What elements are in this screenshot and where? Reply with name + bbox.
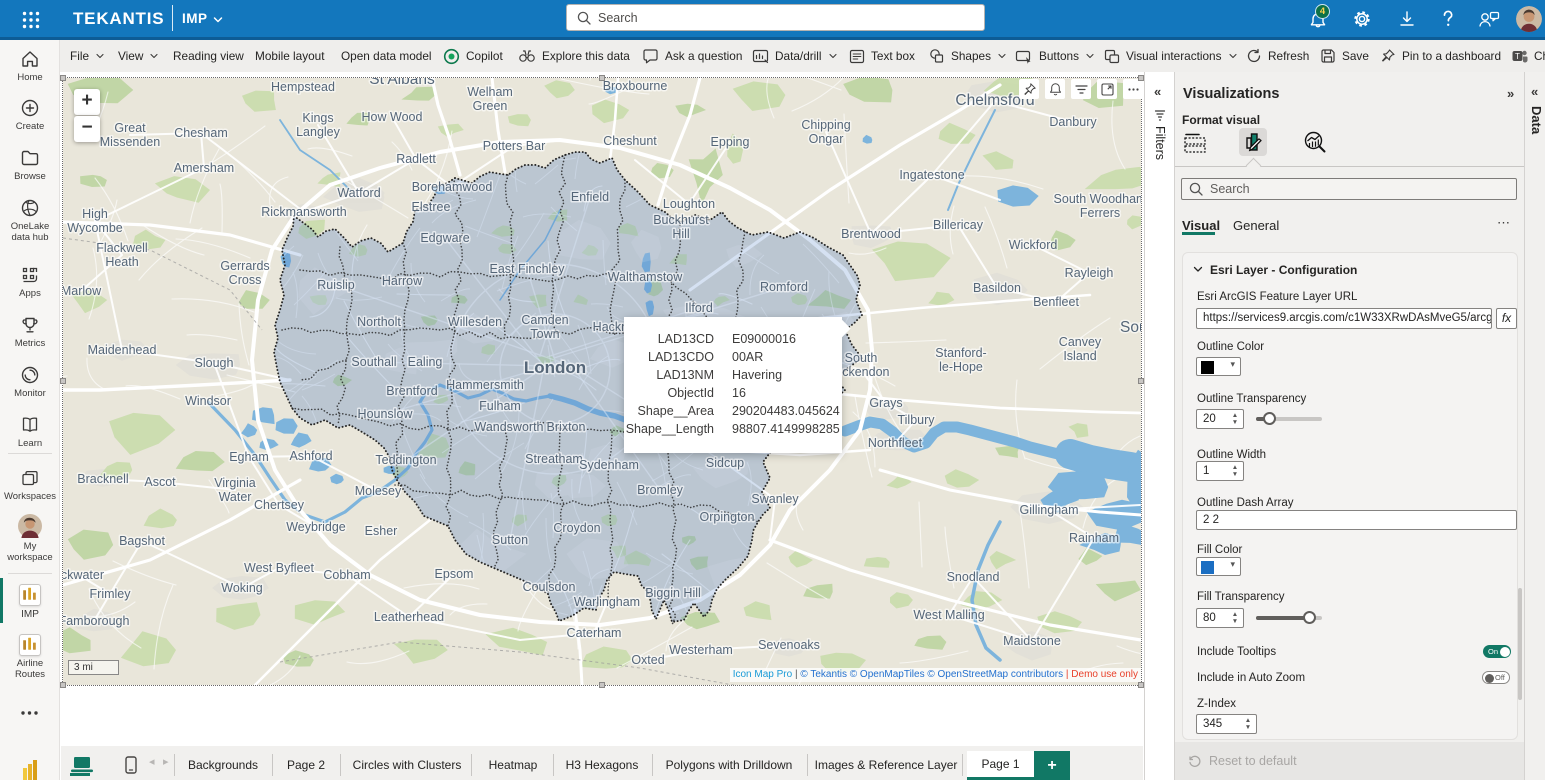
svg-text:Molesey: Molesey (355, 484, 402, 498)
svg-text:West Malling: West Malling (913, 608, 984, 622)
svg-text:Willesden: Willesden (448, 315, 502, 329)
svg-text:Hammersmith: Hammersmith (446, 378, 524, 392)
svg-text:Potters Bar: Potters Bar (483, 139, 546, 153)
svg-text:Rayleigh: Rayleigh (1065, 266, 1114, 280)
svg-text:Croydon: Croydon (553, 521, 600, 535)
svg-text:Marlow: Marlow (63, 284, 102, 298)
svg-text:Snodland: Snodland (947, 570, 1000, 584)
svg-text:Rickmansworth: Rickmansworth (261, 205, 346, 219)
svg-text:Cheshunt: Cheshunt (603, 134, 657, 148)
svg-text:Warlingham: Warlingham (574, 595, 640, 609)
svg-text:Amersham: Amersham (174, 161, 234, 175)
svg-text:Sydenham: Sydenham (579, 458, 639, 472)
svg-text:Bromley: Bromley (637, 483, 684, 497)
svg-text:Brixton: Brixton (547, 420, 586, 434)
svg-text:Maidenhead: Maidenhead (88, 343, 157, 357)
svg-text:ackwater: ackwater (63, 568, 104, 582)
svg-text:Billericay: Billericay (933, 218, 984, 232)
svg-text:VirginiaWater: VirginiaWater (214, 476, 256, 504)
svg-text:Edgware: Edgware (420, 231, 469, 245)
svg-text:Ascot: Ascot (144, 475, 176, 489)
svg-text:Danbury: Danbury (1049, 115, 1097, 129)
svg-text:Brentwood: Brentwood (841, 227, 901, 241)
svg-text:Tilbury: Tilbury (897, 413, 935, 427)
svg-text:Slough: Slough (195, 356, 234, 370)
svg-text:WelhamGreen: WelhamGreen (467, 85, 513, 113)
svg-text:Leatherhead: Leatherhead (374, 610, 444, 624)
svg-text:Radlett: Radlett (396, 152, 436, 166)
svg-text:Wickford: Wickford (1009, 238, 1058, 252)
svg-text:ChippingOngar: ChippingOngar (801, 118, 850, 146)
svg-text:Walthamstow: Walthamstow (608, 270, 684, 284)
svg-text:Wandsworth: Wandsworth (474, 420, 543, 434)
svg-text:Bagshot: Bagshot (119, 534, 165, 548)
svg-text:Northfleet: Northfleet (868, 436, 923, 450)
svg-text:Ashford: Ashford (289, 449, 332, 463)
svg-text:Chesham: Chesham (174, 126, 228, 140)
svg-text:Benfleet: Benfleet (1033, 295, 1079, 309)
svg-text:Chertsey: Chertsey (254, 498, 305, 512)
svg-text:Famborough: Famborough (63, 614, 129, 628)
svg-text:Ingatestone: Ingatestone (899, 168, 964, 182)
svg-text:Rainham: Rainham (1069, 531, 1119, 545)
svg-text:Watford: Watford (337, 186, 380, 200)
svg-text:East Finchley: East Finchley (489, 262, 565, 276)
svg-text:Stanford-le-Hope: Stanford-le-Hope (935, 346, 986, 374)
svg-text:Basildon: Basildon (973, 281, 1021, 295)
svg-text:Hounslow: Hounslow (358, 407, 414, 421)
svg-text:Woking: Woking (221, 581, 263, 595)
svg-text:Fulham: Fulham (479, 399, 521, 413)
svg-text:Harrow: Harrow (382, 274, 423, 288)
svg-text:Westerham: Westerham (669, 643, 733, 657)
svg-text:Loughton: Loughton (663, 197, 715, 211)
svg-text:Ealing: Ealing (408, 355, 443, 369)
svg-text:Egham: Egham (229, 450, 269, 464)
svg-text:South: South (1120, 319, 1141, 336)
svg-text:CanveyIsland: CanveyIsland (1059, 335, 1102, 363)
svg-text:Coulsdon: Coulsdon (523, 580, 576, 594)
svg-text:Teddington: Teddington (375, 453, 436, 467)
svg-text:Enfield: Enfield (571, 190, 609, 204)
svg-text:Sevenoaks: Sevenoaks (758, 638, 820, 652)
svg-text:Biggin Hill: Biggin Hill (645, 586, 701, 600)
svg-text:Caterham: Caterham (567, 626, 622, 640)
svg-text:Frimley: Frimley (90, 587, 132, 601)
svg-text:Grays: Grays (869, 396, 902, 410)
svg-text:Epsom: Epsom (435, 567, 474, 581)
svg-text:Northolt: Northolt (357, 315, 401, 329)
svg-text:T: T (1515, 52, 1520, 61)
svg-text:Brentford: Brentford (386, 384, 437, 398)
svg-text:Broxbourne: Broxbourne (603, 79, 668, 93)
svg-text:St Albans: St Albans (369, 78, 435, 88)
svg-text:Cobham: Cobham (323, 568, 370, 582)
svg-text:Epping: Epping (711, 135, 750, 149)
svg-text:Streatham: Streatham (525, 452, 583, 466)
svg-text:Ilford: Ilford (685, 301, 713, 315)
svg-text:Oxted: Oxted (631, 653, 664, 667)
svg-text:Orpington: Orpington (700, 510, 755, 524)
svg-text:Gillingham: Gillingham (1019, 503, 1078, 517)
svg-text:Sidcup: Sidcup (706, 456, 744, 470)
svg-text:Windsor: Windsor (185, 394, 231, 408)
svg-text:Borehamwood: Borehamwood (412, 180, 493, 194)
svg-text:Ruislip: Ruislip (317, 278, 355, 292)
svg-text:Sutton: Sutton (492, 533, 528, 547)
svg-text:West Byfleet: West Byfleet (244, 561, 314, 575)
svg-text:How Wood: How Wood (362, 110, 423, 124)
svg-text:Swanley: Swanley (751, 492, 799, 506)
svg-text:London: London (524, 358, 586, 377)
svg-text:Maidstone: Maidstone (1003, 634, 1061, 648)
svg-text:Romford: Romford (760, 280, 808, 294)
svg-text:Weybridge: Weybridge (286, 520, 346, 534)
svg-text:Hempstead: Hempstead (271, 80, 335, 94)
svg-text:Bracknell: Bracknell (77, 472, 128, 486)
svg-text:Elstree: Elstree (412, 200, 451, 214)
svg-text:Southall: Southall (351, 355, 396, 369)
svg-text:Esher: Esher (365, 524, 398, 538)
